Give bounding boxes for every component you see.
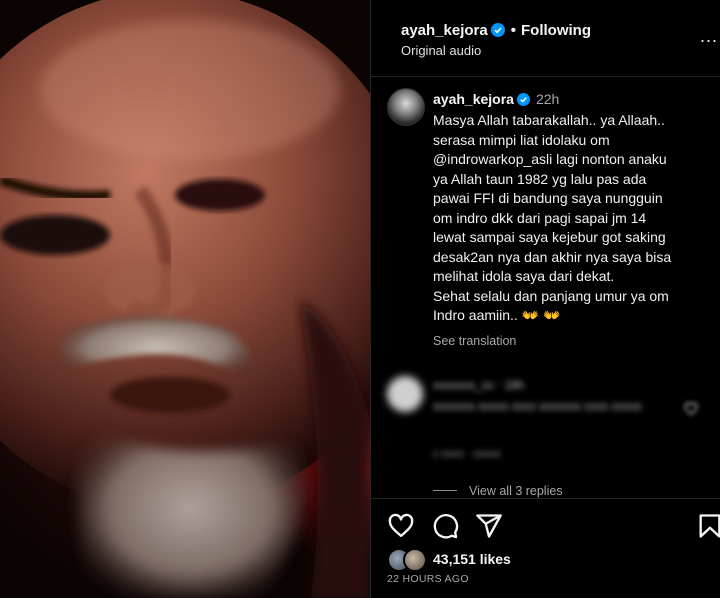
comment-text: xxxxxxx xxxxx xxxx xxxxxxx xxxx xxxxx	[433, 399, 642, 413]
following-button[interactable]: Following	[521, 22, 591, 39]
post-timestamp: 22 HOURS AGO	[387, 573, 469, 585]
see-translation-link[interactable]: See translation	[433, 334, 516, 348]
paper-plane-icon[interactable]	[475, 512, 503, 540]
view-replies-label: View all 3 replies	[469, 484, 563, 498]
verified-badge-icon	[490, 23, 505, 37]
liker-avatar	[403, 548, 427, 572]
caption-username[interactable]: ayah_kejora	[433, 91, 514, 107]
caption-text: Masya Allah tabarakallah.. ya Allaah.. s…	[433, 112, 672, 323]
heart-icon[interactable]	[387, 512, 415, 540]
liked-by-avatars[interactable]	[387, 548, 427, 572]
post-details-panel: ayah_kejora • Following Original audio ...…	[371, 0, 720, 598]
post-video[interactable]	[0, 0, 370, 598]
caption-avatar[interactable]	[387, 88, 425, 126]
replies-line	[433, 490, 457, 491]
view-replies-button[interactable]: View all 3 replies	[433, 484, 563, 498]
caption-user-line: ayah_kejora 22h	[433, 91, 559, 107]
header-user-line: ayah_kejora • Following	[401, 22, 591, 39]
comment-meta[interactable]: x xxxx · xxxxx	[433, 448, 501, 460]
actions-divider	[371, 498, 720, 499]
comment-icon[interactable]	[431, 512, 459, 540]
video-frame-illustration	[0, 0, 370, 598]
caption-time: 22h	[535, 91, 560, 107]
more-options-icon[interactable]: ...	[700, 26, 718, 47]
header-username[interactable]: ayah_kejora	[401, 22, 488, 39]
verified-badge-icon	[516, 93, 530, 106]
comment-username[interactable]: xxxxxxx_xx · 18h	[433, 378, 524, 392]
separator-dot: •	[510, 22, 516, 39]
bookmark-icon[interactable]	[696, 512, 720, 540]
comment-avatar[interactable]	[387, 376, 423, 412]
likes-count[interactable]: 43,151 likes	[433, 551, 511, 567]
post-header: ayah_kejora • Following Original audio ...	[371, 0, 720, 77]
comment-heart-icon[interactable]	[684, 402, 698, 416]
original-audio-link[interactable]: Original audio	[401, 43, 481, 58]
